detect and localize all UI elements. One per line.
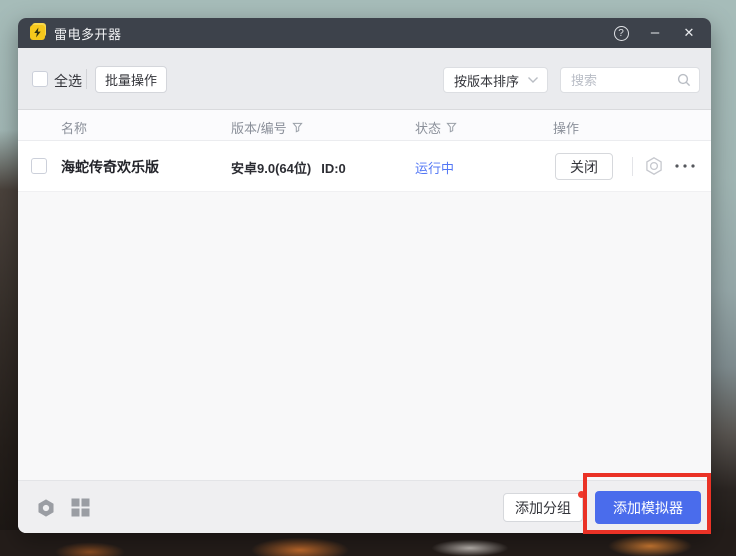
search-box [560,67,700,93]
batch-operations-button[interactable]: 批量操作 [95,66,167,93]
close-button[interactable]: ✕ [679,23,699,43]
chevron-down-icon [527,76,539,84]
sort-dropdown-value: 按版本排序 [454,71,519,90]
emulator-id: ID:0 [321,161,346,176]
toolbar: 全选 批量操作 按版本排序 [18,48,711,110]
help-button[interactable]: ? [611,23,631,43]
column-header-status: 状态 [415,118,457,137]
select-all-label: 全选 [54,71,82,91]
row-divider [632,157,633,176]
global-settings-icon[interactable] [35,497,57,519]
desktop-wallpaper-rocks-left [0,130,20,556]
column-header-version: 版本/编号 [231,118,303,137]
filter-icon[interactable] [292,122,303,133]
minimize-button[interactable]: – [645,23,665,43]
filter-icon[interactable] [446,122,457,133]
column-header-actions: 操作 [553,118,579,137]
highlight-rectangle [583,473,711,534]
empty-list-area [18,192,711,480]
window-title: 雷电多开器 [54,24,122,43]
search-icon[interactable] [677,73,691,87]
emulator-row: 海蛇传奇欢乐版 安卓9.0(64位)ID:0 运行中 关闭 [18,141,711,192]
app-logo-icon [30,25,46,41]
grid-view-icon[interactable] [71,498,90,517]
help-icon: ? [614,26,629,41]
status-badge: 运行中 [415,158,454,177]
select-all-checkbox[interactable] [32,71,48,87]
column-header-name: 名称 [61,118,87,137]
toolbar-divider [86,69,87,89]
add-group-button[interactable]: 添加分组 [503,493,583,522]
table-header: 名称 版本/编号 状态 操作 [18,110,711,141]
app-window: 雷电多开器 ? – ✕ 全选 批量操作 按版本排序 [18,18,711,533]
more-options-icon[interactable] [674,163,698,169]
lightning-bolt-icon [32,27,43,38]
emulator-version: 安卓9.0(64位)ID:0 [231,158,346,177]
row-checkbox[interactable] [31,158,47,174]
row-settings-icon[interactable] [642,154,666,178]
emulator-name: 海蛇传奇欢乐版 [61,157,159,177]
sort-dropdown[interactable]: 按版本排序 [443,67,548,93]
stop-emulator-button[interactable]: 关闭 [555,153,613,180]
titlebar: 雷电多开器 ? – ✕ [18,18,711,48]
search-input[interactable] [571,73,671,88]
